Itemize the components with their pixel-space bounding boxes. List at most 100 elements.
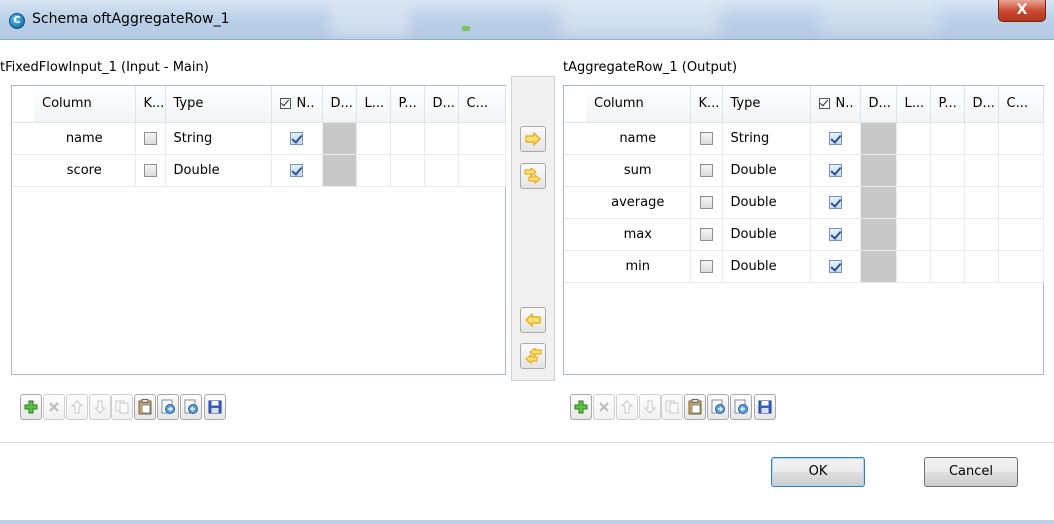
nullable-checkbox-cell[interactable]: [810, 218, 861, 251]
table-row[interactable]: max Double: [564, 218, 1044, 251]
comment-cell[interactable]: [998, 186, 1044, 219]
default-cell[interactable]: [424, 154, 459, 187]
nullable-checkbox-cell[interactable]: [271, 154, 323, 187]
table-row[interactable]: name String: [12, 122, 506, 155]
column-header[interactable]: C...: [998, 86, 1044, 123]
key-checkbox-cell[interactable]: [690, 186, 723, 219]
key-checkbox-cell[interactable]: [690, 122, 723, 155]
checked-checkbox[interactable]: [290, 163, 303, 177]
column-header[interactable]: Column: [34, 86, 136, 123]
move-down-button[interactable]: [639, 394, 661, 420]
copy-button[interactable]: [661, 394, 683, 420]
date-pattern-cell[interactable]: [860, 154, 897, 187]
nullable-checkbox-cell[interactable]: [810, 122, 861, 155]
move-up-button[interactable]: [616, 394, 638, 420]
paste-button[interactable]: [134, 394, 156, 420]
type-cell[interactable]: Double: [722, 218, 811, 251]
nullable-header-checkbox[interactable]: [818, 98, 830, 110]
key-checkbox-cell[interactable]: [135, 122, 166, 155]
column-header[interactable]: P...: [390, 86, 425, 123]
move-up-button[interactable]: [66, 394, 88, 420]
remove-button[interactable]: [43, 394, 65, 420]
precision-cell[interactable]: [390, 154, 425, 187]
cancel-button[interactable]: Cancel: [924, 457, 1018, 487]
import-button[interactable]: [707, 394, 729, 420]
type-cell[interactable]: Double: [722, 250, 811, 283]
checked-checkbox[interactable]: [828, 259, 842, 273]
length-cell[interactable]: [896, 250, 931, 283]
column-name-cell[interactable]: max: [586, 218, 691, 251]
nullable-header-checkbox[interactable]: [279, 98, 291, 110]
save-button[interactable]: [754, 394, 776, 420]
key-checkbox-cell[interactable]: [690, 218, 723, 251]
nullable-checkbox-cell[interactable]: [810, 186, 861, 219]
key-checkbox-cell[interactable]: [690, 154, 723, 187]
checked-checkbox[interactable]: [828, 163, 842, 177]
nullable-checkbox-cell[interactable]: [810, 250, 861, 283]
date-pattern-cell[interactable]: [860, 250, 897, 283]
column-header[interactable]: Column: [586, 86, 691, 123]
nullable-checkbox-cell[interactable]: [810, 154, 861, 187]
length-cell[interactable]: [896, 154, 931, 187]
copy-selected-to-output-button[interactable]: [520, 126, 546, 152]
paste-button[interactable]: [684, 394, 706, 420]
column-header[interactable]: D...: [860, 86, 897, 123]
add-button[interactable]: [570, 394, 592, 420]
column-name-cell[interactable]: average: [586, 186, 691, 219]
type-cell[interactable]: Double: [165, 154, 272, 187]
ok-button[interactable]: OK: [771, 457, 865, 487]
key-checkbox-cell[interactable]: [135, 154, 166, 187]
column-header[interactable]: N..: [271, 86, 323, 123]
nullable-checkbox-cell[interactable]: [271, 122, 323, 155]
column-header[interactable]: K...: [690, 86, 723, 123]
default-cell[interactable]: [964, 122, 999, 155]
column-name-cell[interactable]: score: [34, 154, 136, 187]
date-pattern-cell[interactable]: [860, 122, 897, 155]
add-button[interactable]: [20, 394, 42, 420]
unchecked-checkbox[interactable]: [699, 163, 713, 177]
length-cell[interactable]: [356, 154, 391, 187]
default-cell[interactable]: [424, 122, 459, 155]
column-header[interactable]: D...: [424, 86, 459, 123]
copy-selected-to-input-button[interactable]: [520, 307, 546, 333]
column-header[interactable]: D...: [322, 86, 357, 123]
close-window-button[interactable]: X: [998, 0, 1046, 22]
precision-cell[interactable]: [930, 186, 965, 219]
comment-cell[interactable]: [458, 154, 506, 187]
comment-cell[interactable]: [458, 122, 506, 155]
type-cell[interactable]: Double: [722, 186, 811, 219]
unchecked-checkbox[interactable]: [699, 227, 713, 241]
precision-cell[interactable]: [390, 122, 425, 155]
date-pattern-cell[interactable]: [860, 218, 897, 251]
unchecked-checkbox[interactable]: [699, 259, 713, 273]
column-header[interactable]: C...: [458, 86, 506, 123]
checked-checkbox[interactable]: [828, 195, 842, 209]
column-header[interactable]: P...: [930, 86, 965, 123]
export-button[interactable]: [180, 394, 202, 420]
precision-cell[interactable]: [930, 250, 965, 283]
unchecked-checkbox[interactable]: [699, 131, 713, 145]
column-name-cell[interactable]: name: [586, 122, 691, 155]
column-header[interactable]: L...: [356, 86, 391, 123]
checked-checkbox[interactable]: [828, 131, 842, 145]
checked-checkbox[interactable]: [828, 227, 842, 241]
table-row[interactable]: average Double: [564, 186, 1044, 219]
column-header[interactable]: D...: [964, 86, 999, 123]
length-cell[interactable]: [896, 186, 931, 219]
comment-cell[interactable]: [998, 250, 1044, 283]
move-down-button[interactable]: [89, 394, 111, 420]
table-row[interactable]: name String: [564, 122, 1044, 155]
length-cell[interactable]: [356, 122, 391, 155]
date-pattern-cell[interactable]: [322, 122, 357, 155]
column-header[interactable]: Type: [165, 86, 272, 123]
output-schema-table[interactable]: Column K... Type N.. D... L... P... D... C... nam…: [563, 85, 1044, 375]
column-header[interactable]: L...: [896, 86, 931, 123]
column-name-cell[interactable]: sum: [586, 154, 691, 187]
unchecked-checkbox[interactable]: [699, 195, 713, 209]
comment-cell[interactable]: [998, 154, 1044, 187]
comment-cell[interactable]: [998, 122, 1044, 155]
column-header[interactable]: K...: [135, 86, 166, 123]
default-cell[interactable]: [964, 186, 999, 219]
export-button[interactable]: [730, 394, 752, 420]
copy-all-to-output-button[interactable]: [520, 163, 546, 189]
